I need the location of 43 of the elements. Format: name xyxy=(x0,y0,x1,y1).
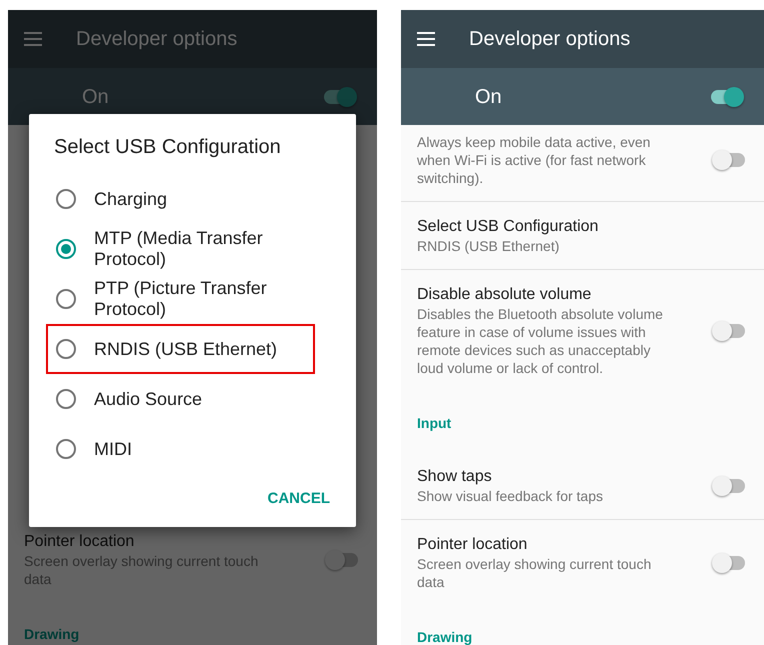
radio-button[interactable] xyxy=(56,439,76,459)
setting-row[interactable]: Select USB Configuration RNDIS (USB Ethernet) xyxy=(401,202,764,270)
setting-row[interactable]: Disable absolute volume Disables the Bluetooth absolute volume feature in case of volume issues with remote devices such as unacceptably loud volume or lack of control. xyxy=(401,270,764,391)
radio-option[interactable]: PTP (Picture Transfer Protocol) xyxy=(46,274,315,324)
setting-title: Pointer location xyxy=(24,532,136,552)
section-header: Input xyxy=(416,414,452,433)
option-label: RNDIS (USB Ethernet) xyxy=(94,338,278,360)
radio-button[interactable] xyxy=(56,239,76,259)
screen-title: Developer options xyxy=(469,27,630,52)
radio-button[interactable] xyxy=(56,389,76,409)
radio-option[interactable]: MTP (Media Transfer Protocol) xyxy=(46,224,315,274)
screen-title: Developer options xyxy=(76,27,238,52)
setting-row[interactable]: Show taps Show visual feedback for taps xyxy=(401,452,764,520)
setting-summary: Show visual feedback for taps xyxy=(417,487,604,505)
radio-button[interactable] xyxy=(56,339,76,359)
setting-summary: RNDIS (USB Ethernet) xyxy=(417,237,560,255)
switch-label: On xyxy=(475,84,502,110)
radio-button[interactable] xyxy=(56,189,76,209)
radio-option[interactable]: Audio Source xyxy=(46,374,315,424)
setting-summary: Disables the Bluetooth absolute volume feature in case of volume issues with remote devices such as unacceptably loud volume or lack of control. xyxy=(417,305,664,377)
setting-summary: Screen overlay showing current touch data xyxy=(417,555,652,591)
option-label: PTP (Picture Transfer Protocol) xyxy=(94,278,268,320)
cancel-button[interactable]: CANCEL xyxy=(258,480,340,518)
switch-label: On xyxy=(82,84,109,110)
setting-title: Show taps xyxy=(417,467,493,487)
option-label: Audio Source xyxy=(94,388,202,410)
option-label: MTP (Media Transfer Protocol) xyxy=(94,228,264,270)
option-label: MIDI xyxy=(94,438,132,460)
section-header: Drawing xyxy=(416,628,474,645)
radio-button[interactable] xyxy=(56,289,76,309)
dialog-title: Select USB Configuration xyxy=(53,135,282,160)
menu-icon[interactable] xyxy=(417,32,435,46)
setting-title: Pointer location xyxy=(417,535,528,555)
radio-option[interactable]: MIDI xyxy=(46,424,315,474)
option-label: Charging xyxy=(94,188,168,210)
setting-summary: Always keep mobile data active, even when Wi-Fi is active (for fast network switching). xyxy=(417,133,652,187)
setting-title: Disable absolute volume xyxy=(417,285,592,305)
radio-option[interactable]: Charging xyxy=(46,174,315,224)
setting-title: Select USB Configuration xyxy=(417,217,600,237)
section-header: Drawing xyxy=(23,625,80,644)
setting-row[interactable]: Always keep mobile data active, even when Wi-Fi is active (for fast network switching). xyxy=(401,125,764,202)
highlighted-option[interactable]: RNDIS (USB Ethernet) xyxy=(46,324,315,374)
setting-row[interactable]: Pointer location Screen overlay showing current touch data xyxy=(401,520,764,605)
